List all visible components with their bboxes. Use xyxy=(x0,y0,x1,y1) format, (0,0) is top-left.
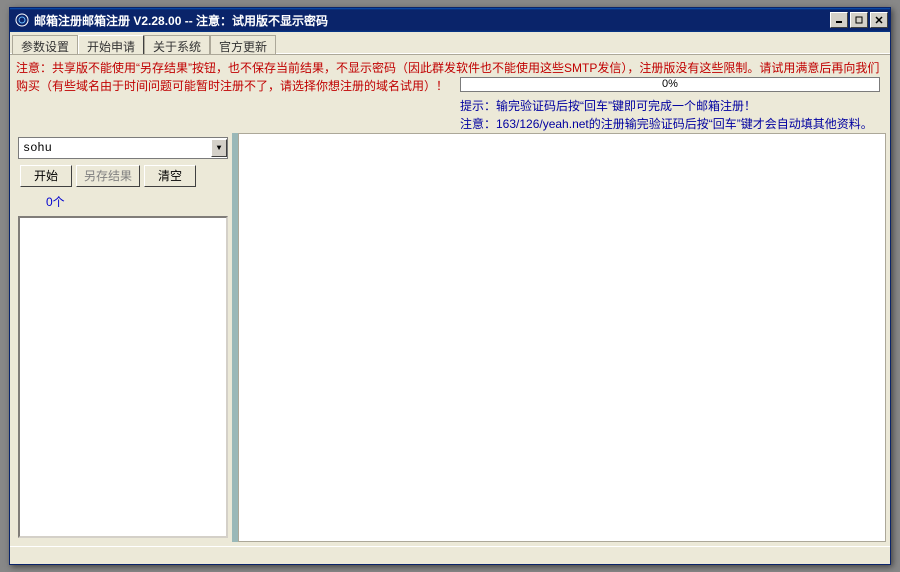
main-split: sohu ▼ 开始 另存结果 清空 0个 xyxy=(14,133,886,542)
tab-bar: 参数设置 开始申请 关于系统 官方更新 xyxy=(10,32,890,54)
save-button: 另存结果 xyxy=(76,165,140,187)
status-bar xyxy=(10,546,890,564)
tab-params[interactable]: 参数设置 xyxy=(12,35,78,54)
browser-pane[interactable] xyxy=(238,133,886,542)
app-icon xyxy=(14,12,30,28)
app-window: 邮箱注册邮箱注册 V2.28.00 -- 注意：试用版不显示密码 参数设置 开始… xyxy=(9,7,891,565)
domain-combo-value: sohu xyxy=(19,141,211,155)
tab-update[interactable]: 官方更新 xyxy=(210,35,276,54)
minimize-button[interactable] xyxy=(830,12,848,28)
hint-line-2: 注意：163/126/yeah.net的注册输完验证码后按“回车”键才会自动填其… xyxy=(460,115,873,133)
tab-about[interactable]: 关于系统 xyxy=(144,35,210,54)
content-area: 注意：共享版不能使用“另存结果”按钮，也不保存当前结果，不显示密码（因此群发软件… xyxy=(10,54,890,546)
progress-row: 0% xyxy=(460,77,882,92)
left-pane: sohu ▼ 开始 另存结果 清空 0个 xyxy=(14,133,232,542)
chevron-down-icon[interactable]: ▼ xyxy=(211,139,227,157)
hint-line-1: 提示：输完验证码后按“回车”键即可完成一个邮箱注册！ xyxy=(460,97,873,115)
titlebar: 邮箱注册邮箱注册 V2.28.00 -- 注意：试用版不显示密码 xyxy=(10,8,890,32)
tab-start[interactable]: 开始申请 xyxy=(78,35,144,54)
result-list[interactable] xyxy=(18,216,228,538)
clear-button[interactable]: 清空 xyxy=(144,165,196,187)
window-title: 邮箱注册邮箱注册 V2.28.00 -- 注意：试用版不显示密码 xyxy=(34,12,830,29)
domain-combo[interactable]: sohu ▼ xyxy=(18,137,228,159)
maximize-button[interactable] xyxy=(850,12,868,28)
count-label: 0个 xyxy=(18,193,228,210)
close-button[interactable] xyxy=(870,12,888,28)
progress-bar: 0% xyxy=(460,77,880,92)
hint-text: 提示：输完验证码后按“回车”键即可完成一个邮箱注册！ 注意：163/126/ye… xyxy=(460,97,873,133)
start-button[interactable]: 开始 xyxy=(20,165,72,187)
